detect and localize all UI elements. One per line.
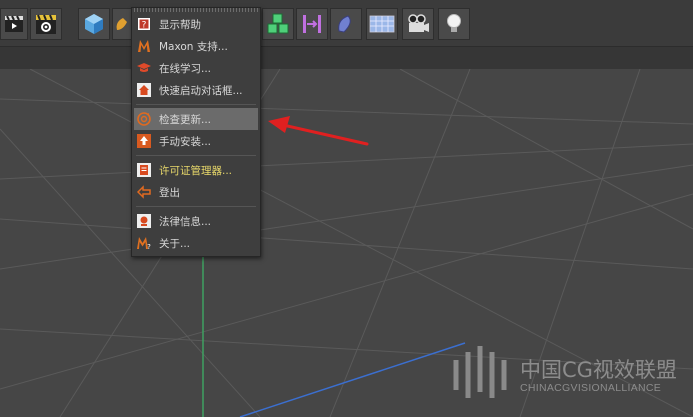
- x-axis-line: [239, 342, 466, 417]
- menu-item-label: 关于...: [159, 237, 191, 250]
- camera-icon: [408, 14, 429, 32]
- menu-item-label: 快速启动对话框...: [159, 84, 243, 97]
- cube-object-button[interactable]: [78, 8, 110, 40]
- bend-deformer-icon: [303, 15, 321, 33]
- menu-item-manual-install[interactable]: 手动安装...: [134, 130, 258, 152]
- menu-item-legal-info[interactable]: 法律信息...: [134, 210, 258, 232]
- environment-button[interactable]: [330, 8, 362, 40]
- pen-icon: [116, 18, 127, 30]
- menu-item-quick-start[interactable]: 快速启动对话框...: [134, 79, 258, 101]
- watermark: 中国CG视效联盟 CHINACGVISIONALLIANCE: [450, 340, 690, 410]
- menu-item-label: 登出: [159, 186, 180, 199]
- menu-item-online-learning[interactable]: 在线学习...: [134, 57, 258, 79]
- about-icon: ?: [136, 235, 152, 251]
- help-book-icon: ?: [136, 16, 152, 32]
- render-view-button[interactable]: [0, 8, 28, 40]
- menu-item-label: 显示帮助: [159, 18, 201, 31]
- menu-item-license-manager[interactable]: 许可证管理器...: [134, 159, 258, 181]
- light-bulb-icon: [447, 14, 461, 32]
- watermark-logo-icon: [453, 346, 507, 398]
- license-icon: [136, 162, 152, 178]
- help-dropdown-menu: ? 显示帮助 Maxon 支持... 在线学习... 快速启动对话框... 检查…: [131, 7, 261, 257]
- menu-item-label: 检查更新...: [159, 113, 212, 126]
- menu-item-logout[interactable]: 登出: [134, 181, 258, 203]
- menu-item-label: Maxon 支持...: [159, 40, 228, 53]
- menu-item-label: 许可证管理器...: [159, 164, 233, 177]
- menu-separator: [136, 155, 256, 156]
- menu-item-label: 在线学习...: [159, 62, 212, 75]
- svg-text:?: ?: [142, 21, 147, 31]
- watermark-subtitle: CHINACGVISIONALLIANCE: [520, 382, 662, 394]
- watermark-title: 中国CG视效联盟: [520, 358, 677, 382]
- camera-button[interactable]: [402, 8, 434, 40]
- update-check-icon: [136, 111, 152, 127]
- menu-item-label: 法律信息...: [159, 215, 212, 228]
- clapper-play-icon: [5, 15, 23, 32]
- clapper-gear-icon: [36, 14, 56, 34]
- menu-item-maxon-support[interactable]: Maxon 支持...: [134, 35, 258, 57]
- menu-item-check-updates[interactable]: 检查更新...: [134, 108, 258, 130]
- green-cubes-icon: [267, 13, 289, 34]
- cube-icon: [85, 14, 103, 34]
- menu-item-show-help[interactable]: ? 显示帮助: [134, 13, 258, 35]
- logout-icon: [136, 184, 152, 200]
- light-button[interactable]: [438, 8, 470, 40]
- menu-item-about[interactable]: ? 关于...: [134, 232, 258, 254]
- menu-separator: [136, 206, 256, 207]
- install-arrow-icon: [136, 133, 152, 149]
- main-toolbar: [0, 0, 693, 46]
- cloner-button[interactable]: [262, 8, 294, 40]
- home-icon: [136, 82, 152, 98]
- sky-object-icon: [338, 15, 351, 33]
- viewport-menu-bar: [0, 46, 693, 70]
- menu-separator: [136, 104, 256, 105]
- deformer-button[interactable]: [296, 8, 328, 40]
- render-settings-button[interactable]: [30, 8, 62, 40]
- graduation-cap-icon: [136, 60, 152, 76]
- maxon-logo-icon: [136, 38, 152, 54]
- pen-tool-button[interactable]: [112, 8, 132, 40]
- floor-button[interactable]: [366, 8, 398, 40]
- svg-text:?: ?: [147, 243, 151, 250]
- menu-tear-off-handle[interactable]: [134, 8, 258, 12]
- menu-item-label: 手动安装...: [159, 135, 212, 148]
- floor-grid-icon: [369, 15, 395, 33]
- legal-info-icon: [136, 213, 152, 229]
